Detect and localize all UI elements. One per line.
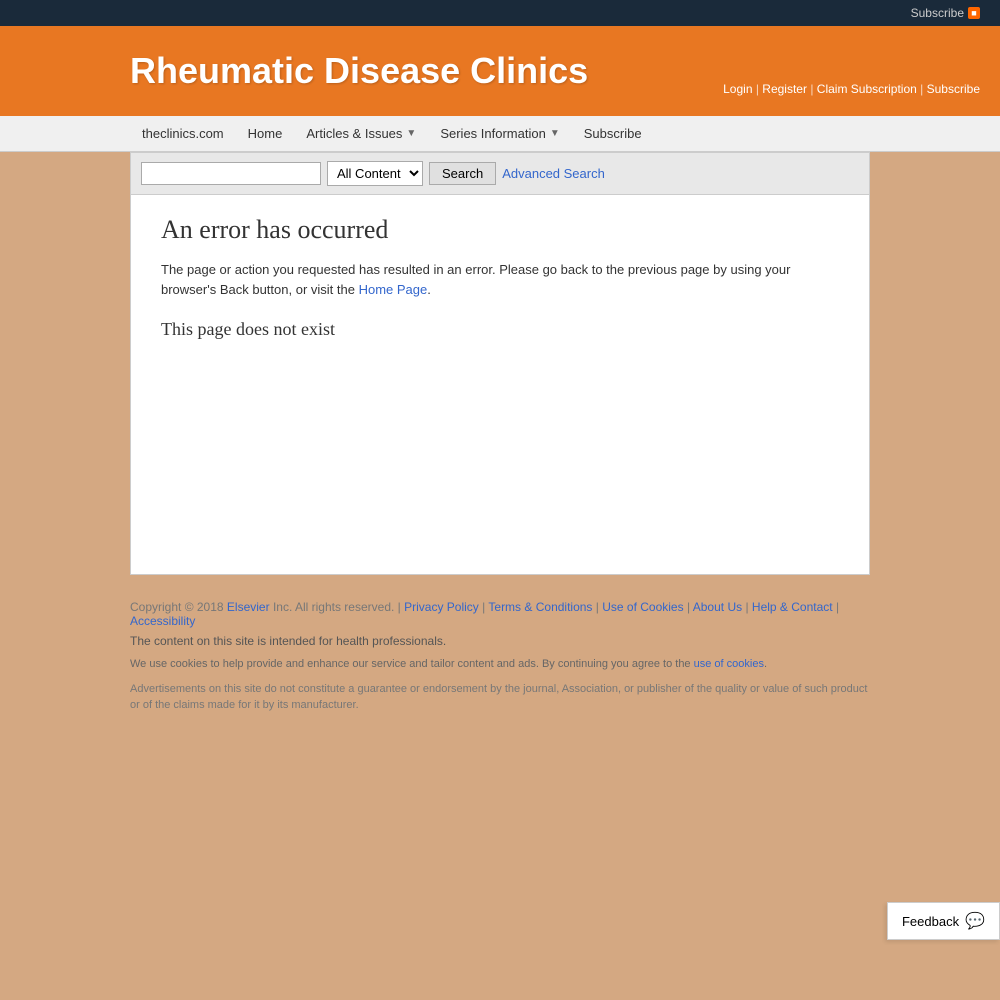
content-panel: An error has occurred The page or action…	[130, 195, 870, 575]
nav-bar: theclinics.com Home Articles & Issues ▼ …	[0, 116, 1000, 152]
help-contact-link[interactable]: Help & Contact	[752, 600, 833, 614]
footer-ads: Advertisements on this site do not const…	[130, 681, 870, 714]
feedback-label: Feedback	[902, 914, 959, 929]
series-arrow-icon: ▼	[550, 128, 560, 139]
footer: Copyright © 2018 Elsevier Inc. All right…	[0, 585, 1000, 734]
privacy-policy-link[interactable]: Privacy Policy	[404, 600, 479, 614]
search-button[interactable]: Search	[429, 162, 496, 185]
nav-series-information[interactable]: Series Information ▼	[428, 116, 571, 151]
nav-articles-issues[interactable]: Articles & Issues ▼	[294, 116, 428, 151]
use-of-cookies-footer-link[interactable]: Use of Cookies	[602, 600, 683, 614]
chat-icon: 💬	[965, 911, 985, 931]
login-link[interactable]: Login	[723, 82, 752, 96]
top-bar: Subscribe ■	[0, 0, 1000, 26]
nav-theclinics[interactable]: theclinics.com	[130, 116, 236, 151]
main-wrapper: All Content Journals Books Search Advanc…	[0, 152, 1000, 585]
home-page-link[interactable]: Home Page	[359, 282, 428, 297]
footer-links: Copyright © 2018 Elsevier Inc. All right…	[130, 600, 870, 628]
header-links: Login | Register | Claim Subscription | …	[723, 82, 980, 106]
about-us-link[interactable]: About Us	[693, 600, 742, 614]
register-link[interactable]: Register	[762, 82, 807, 96]
error-description: The page or action you requested has res…	[161, 260, 839, 299]
claim-subscription-link[interactable]: Claim Subscription	[817, 82, 917, 96]
accessibility-link[interactable]: Accessibility	[130, 614, 195, 628]
page-not-exist: This page does not exist	[161, 319, 839, 340]
use-of-cookies-link[interactable]: use of cookies	[694, 658, 764, 670]
nav-subscribe[interactable]: Subscribe	[572, 116, 654, 151]
terms-conditions-link[interactable]: Terms & Conditions	[488, 600, 592, 614]
footer-intended: The content on this site is intended for…	[130, 634, 870, 648]
advanced-search-link[interactable]: Advanced Search	[502, 166, 605, 181]
rss-icon: ■	[968, 7, 980, 19]
footer-cookies: We use cookies to help provide and enhan…	[130, 656, 870, 673]
elsevier-link[interactable]: Elsevier	[227, 600, 270, 614]
subscribe-link[interactable]: Subscribe	[927, 82, 980, 96]
search-input[interactable]	[141, 162, 321, 185]
search-bar: All Content Journals Books Search Advanc…	[130, 152, 870, 195]
error-heading: An error has occurred	[161, 215, 839, 245]
nav-home[interactable]: Home	[236, 116, 295, 151]
site-header: Rheumatic Disease Clinics Login | Regist…	[0, 26, 1000, 116]
feedback-button[interactable]: Feedback 💬	[887, 902, 1000, 940]
top-subscribe-link[interactable]: Subscribe	[911, 6, 964, 20]
articles-arrow-icon: ▼	[406, 128, 416, 139]
site-title: Rheumatic Disease Clinics	[130, 50, 588, 92]
search-select[interactable]: All Content Journals Books	[327, 161, 423, 186]
subscribe-rss[interactable]: Subscribe ■	[911, 6, 980, 20]
